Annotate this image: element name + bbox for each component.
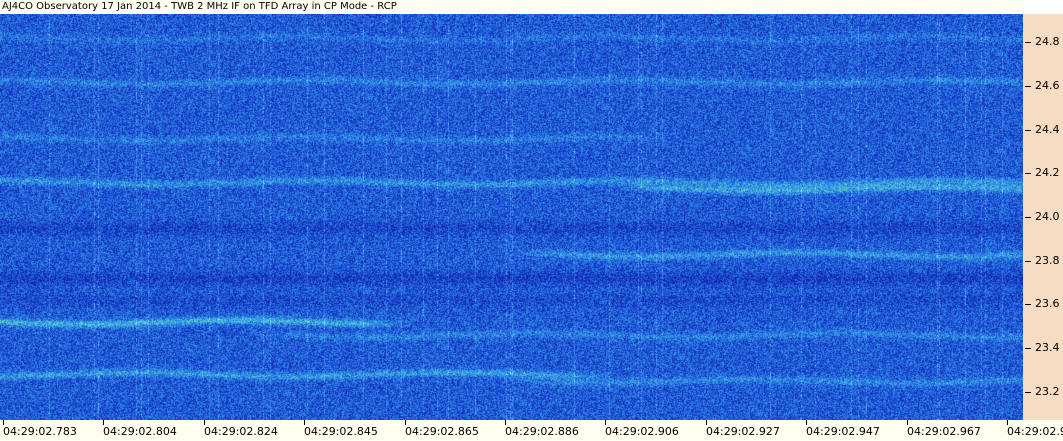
x-tick-label: 04:29:02.886	[505, 425, 579, 438]
y-tick	[1025, 217, 1031, 218]
title-bar: AJ4CO Observatory 17 Jan 2014 - TWB 2 MH…	[0, 0, 1023, 14]
x-tick-label: 04:29:02.906	[605, 425, 679, 438]
y-tick	[1025, 261, 1031, 262]
y-tick-label: 24.0	[1035, 210, 1060, 223]
y-tick	[1025, 392, 1031, 393]
frequency-axis: 23.2 23.4 23.6 23.8 24.0 24.2 24.4 24.6 24.8	[1023, 14, 1063, 420]
y-tick	[1025, 173, 1031, 174]
y-tick-label: 23.8	[1035, 254, 1060, 267]
y-tick-label: 24.8	[1035, 35, 1060, 48]
y-tick-label: 23.2	[1035, 385, 1060, 398]
y-tick-label: 24.2	[1035, 166, 1060, 179]
y-tick	[1025, 42, 1031, 43]
y-tick	[1025, 86, 1031, 87]
x-tick-label: 04:29:02.783	[3, 425, 77, 438]
x-tick-label: 04:29:02.845	[304, 425, 378, 438]
time-axis: 04:29:02.783 04:29:02.804 04:29:02.824 04:2…	[0, 420, 1063, 441]
x-tick-label: 04:29:02.824	[204, 425, 278, 438]
y-tick	[1025, 348, 1031, 349]
x-tick-label: 04:29:02.967	[907, 425, 981, 438]
y-tick-label: 23.6	[1035, 297, 1060, 310]
chart-title: AJ4CO Observatory 17 Jan 2014 - TWB 2 MH…	[2, 1, 397, 12]
x-tick-label: 04:29:02.947	[806, 425, 880, 438]
y-tick	[1025, 130, 1031, 131]
x-tick-label: 04:29:02.865	[405, 425, 479, 438]
y-tick-label: 23.4	[1035, 341, 1060, 354]
x-tick-label: 04:29:02.927	[706, 425, 780, 438]
y-tick-label: 24.6	[1035, 79, 1060, 92]
x-tick-label: 04:29:02.988	[1007, 425, 1063, 438]
y-tick-label: 24.4	[1035, 123, 1060, 136]
y-tick	[1025, 304, 1031, 305]
spectrogram-plot	[0, 14, 1023, 420]
x-tick-label: 04:29:02.804	[103, 425, 177, 438]
